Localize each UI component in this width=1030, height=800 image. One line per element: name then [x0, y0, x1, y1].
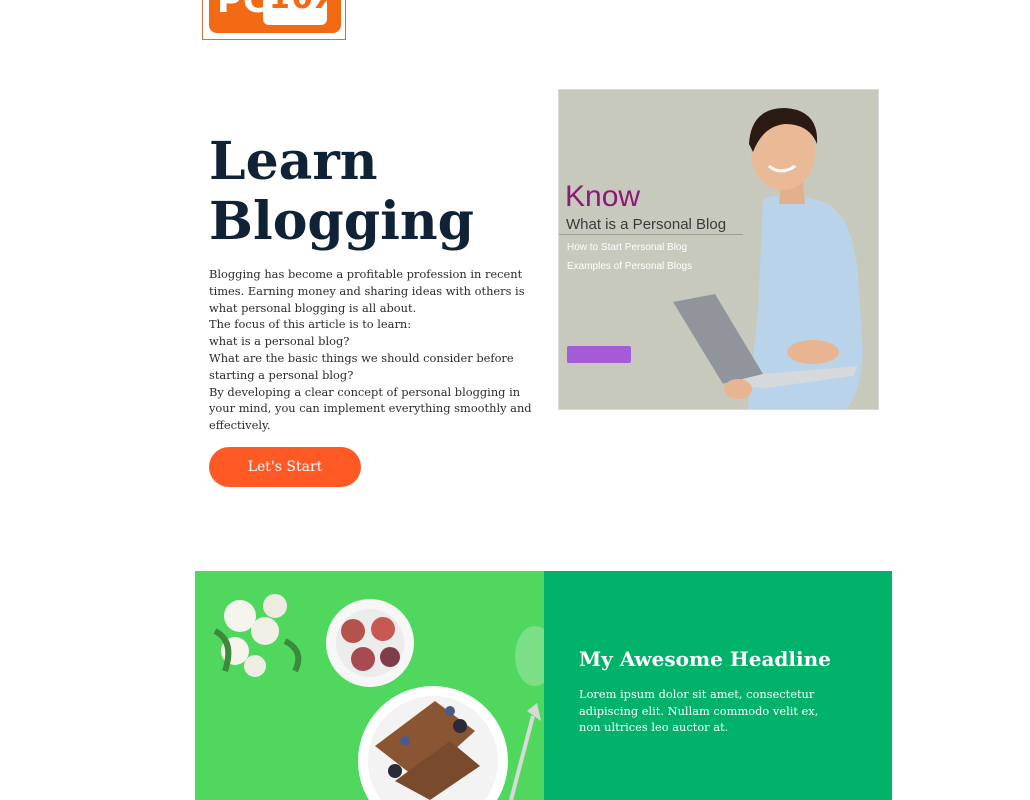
man-with-laptop-illustration	[673, 108, 863, 409]
lets-start-button[interactable]: Let's Start	[209, 447, 361, 487]
site-logo[interactable]: PC 10X	[202, 0, 346, 40]
hero-paragraph: Blogging has become a profitable profess…	[209, 267, 525, 315]
feature-panel: My Awesome Headline Lorem ipsum dolor si…	[544, 571, 892, 800]
food-photo	[195, 571, 544, 800]
hero-title-line2: Blogging	[209, 191, 475, 252]
food-illustration	[195, 571, 544, 800]
hero-paragraph: By developing a clear concept of persona…	[209, 384, 532, 433]
personal-blog-promo-image: Know What is a Personal Blog How to Star…	[558, 89, 879, 410]
feature-body: Lorem ipsum dolor sit amet, consectetur …	[579, 687, 819, 735]
hero-paragraph: What are the basic things we should cons…	[209, 350, 514, 382]
hero-title: Learn Blogging	[209, 132, 474, 252]
promo-know-text: Know	[565, 180, 641, 213]
feature-headline: My Awesome Headline	[579, 647, 831, 671]
hero-paragraph: The focus of this article is to learn:	[209, 317, 412, 332]
logo-text-box: 10X	[269, 0, 340, 16]
hero-description: Blogging has become a profitable profess…	[209, 266, 534, 434]
fig-bowl	[326, 599, 414, 687]
promo-button-shape	[567, 346, 631, 363]
hero-title-line1: Learn	[209, 131, 378, 192]
hero-paragraph: what is a personal blog?	[209, 334, 350, 349]
logo-text-left: PC	[217, 0, 269, 21]
